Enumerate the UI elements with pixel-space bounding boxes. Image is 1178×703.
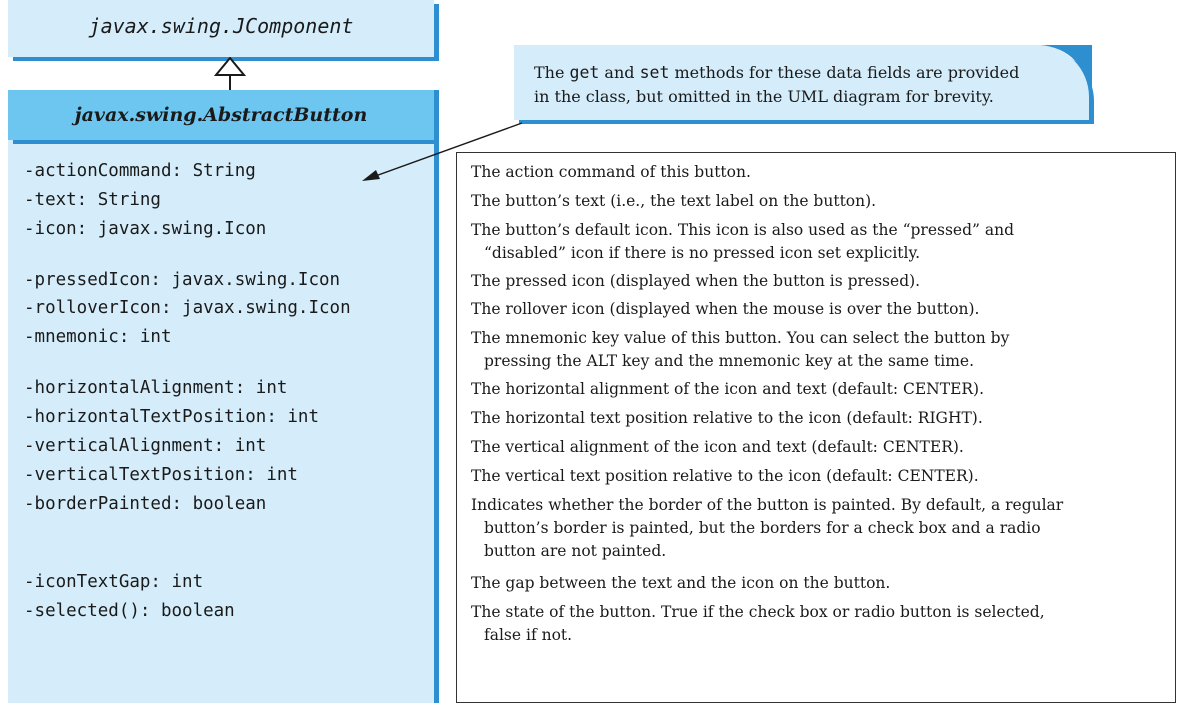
description-line: button’s border is painted, but the bord… [484, 519, 1041, 537]
note-set-keyword: set [639, 63, 670, 82]
description-horizontal-alignment: The horizontal alignment of the icon and… [471, 378, 984, 401]
note-text-part: The [534, 63, 570, 82]
description-line: The rollover icon (displayed when the mo… [471, 300, 980, 318]
description-line: The gap between the text and the icon on… [471, 574, 891, 592]
description-line: pressing the ALT key and the mnemonic ke… [484, 352, 974, 370]
note-text-line2: in the class, but omitted in the UML dia… [534, 87, 994, 106]
description-line: button are not painted. [484, 542, 667, 560]
description-vertical-alignment: The vertical alignment of the icon and t… [471, 436, 964, 459]
description-line: The state of the button. True if the che… [471, 603, 1045, 621]
description-line: Indicates whether the border of the butt… [471, 496, 1064, 514]
superclass-name: javax.swing.JComponent [88, 14, 354, 38]
attribute-action-command: -actionCommand: String [24, 161, 256, 181]
description-text: The button’s text (i.e., the text label … [471, 190, 876, 213]
description-line: The button’s default icon. This icon is … [471, 221, 1014, 239]
description-icon: The button’s default icon. This icon is … [471, 219, 1014, 265]
attribute-icon: -icon: javax.swing.Icon [24, 219, 267, 239]
note-text: The get and set methods for these data f… [534, 61, 1074, 109]
note-callout: The get and set methods for these data f… [514, 45, 1092, 120]
note-text-part: methods for these data fields are provid… [669, 63, 1020, 82]
description-action-command: The action command of this button. [471, 161, 751, 184]
attribute-horizontal-alignment: -horizontalAlignment: int [24, 378, 288, 398]
note-text-part: and [599, 63, 640, 82]
description-horizontal-text-position: The horizontal text position relative to… [471, 407, 983, 430]
attribute-icon-text-gap: -iconTextGap: int [24, 572, 204, 592]
description-line: The mnemonic key value of this button. Y… [471, 329, 1010, 347]
attribute-rollover-icon: -rolloverIcon: javax.swing.Icon [24, 298, 351, 318]
attribute-border-painted: -borderPainted: boolean [24, 494, 267, 514]
descriptions-panel: The action command of this button. The b… [456, 152, 1176, 703]
description-line: “disabled” icon if there is no pressed i… [484, 244, 921, 262]
attribute-horizontal-text-position: -horizontalTextPosition: int [24, 407, 320, 427]
description-line: The horizontal alignment of the icon and… [471, 380, 985, 398]
attribute-selected: -selected(): boolean [24, 601, 235, 621]
attribute-text: -text: String [24, 190, 161, 210]
description-line: The vertical alignment of the icon and t… [471, 438, 964, 456]
attribute-mnemonic: -mnemonic: int [24, 327, 172, 347]
note-get-keyword: get [569, 63, 600, 82]
description-pressed-icon: The pressed icon (displayed when the but… [471, 270, 920, 293]
description-line: false if not. [484, 626, 573, 644]
description-border-painted: Indicates whether the border of the butt… [471, 494, 1063, 563]
description-selected: The state of the button. True if the che… [471, 601, 1045, 647]
description-mnemonic: The mnemonic key value of this button. Y… [471, 327, 1009, 373]
attribute-vertical-text-position: -verticalTextPosition: int [24, 465, 298, 485]
description-line: The button’s text (i.e., the text label … [471, 192, 877, 210]
attribute-pressed-icon: -pressedIcon: javax.swing.Icon [24, 270, 341, 290]
superclass-box: javax.swing.JComponent [8, 0, 434, 57]
description-line: The action command of this button. [471, 163, 751, 181]
description-icon-text-gap: The gap between the text and the icon on… [471, 572, 890, 595]
attribute-vertical-alignment: -verticalAlignment: int [24, 436, 267, 456]
description-rollover-icon: The rollover icon (displayed when the mo… [471, 298, 979, 321]
description-line: The vertical text position relative to t… [471, 467, 979, 485]
description-vertical-text-position: The vertical text position relative to t… [471, 465, 979, 488]
description-line: The horizontal text position relative to… [471, 409, 983, 427]
description-line: The pressed icon (displayed when the but… [471, 272, 921, 290]
